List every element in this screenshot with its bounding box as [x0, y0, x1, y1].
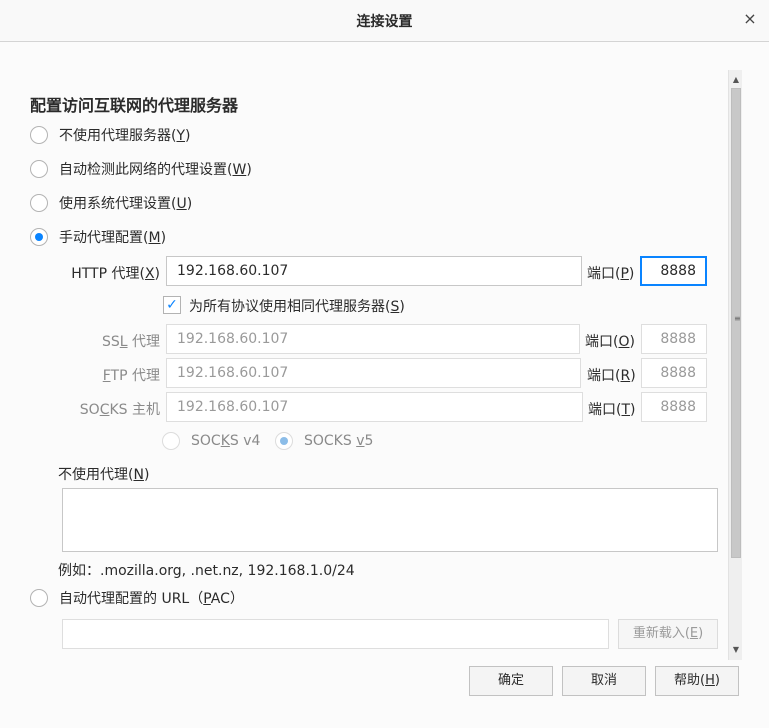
dialog-titlebar: 连接设置 ×	[0, 0, 769, 42]
same-proxy-label: 为所有协议使用相同代理服务器(S)	[189, 299, 405, 315]
same-proxy-checkbox[interactable]: ✓	[163, 296, 181, 314]
radio-auto-detect[interactable]: 自动检测此网络的代理设置(W)	[30, 158, 252, 180]
ftp-port-input[interactable]: 8888	[641, 358, 707, 388]
http-port-label: 端口(P)	[587, 266, 635, 282]
scroll-grip-icon: ≡	[734, 314, 741, 323]
scroll-up-icon[interactable]: ▲	[729, 72, 743, 88]
radio-button[interactable]	[30, 194, 48, 212]
no-proxy-for-label: 不使用代理(N)	[58, 467, 150, 483]
radio-button[interactable]	[162, 432, 180, 450]
http-proxy-label: HTTP 代理(X)	[71, 266, 160, 282]
http-proxy-input[interactable]: 192.168.60.107	[166, 256, 582, 286]
socks-host-input[interactable]: 192.168.60.107	[166, 392, 583, 422]
help-button[interactable]: 帮助(H)	[655, 666, 739, 696]
close-icon[interactable]: ×	[739, 8, 761, 30]
socks-port-input[interactable]: 8888	[641, 392, 707, 422]
radio-label: SOCKS v5	[304, 433, 374, 449]
http-port-input[interactable]: 8888	[640, 256, 707, 286]
radio-label: 使用系统代理设置(U)	[59, 196, 193, 212]
radio-socks-v5[interactable]: SOCKS v5	[275, 430, 373, 452]
scroll-thumb[interactable]: ≡	[731, 88, 741, 558]
ftp-proxy-label: FTP 代理	[102, 368, 160, 384]
ssl-port-input[interactable]: 8888	[641, 324, 707, 354]
radio-label: 自动检测此网络的代理设置(W)	[59, 162, 252, 178]
section-heading: 配置访问互联网的代理服务器	[30, 96, 239, 115]
scroll-down-icon[interactable]: ▼	[729, 642, 743, 658]
example-hint: 例如：.mozilla.org, .net.nz, 192.168.1.0/24	[58, 563, 355, 579]
radio-no-proxy[interactable]: 不使用代理服务器(Y)	[30, 124, 191, 146]
ssl-proxy-label: SSL 代理	[101, 334, 160, 350]
radio-button-checked[interactable]	[30, 228, 48, 246]
no-proxy-for-textarea[interactable]	[62, 488, 718, 552]
ftp-port-label: 端口(R)	[587, 368, 636, 384]
ok-button[interactable]: 确定	[469, 666, 553, 696]
cancel-button[interactable]: 取消	[562, 666, 646, 696]
radio-button-checked[interactable]	[275, 432, 293, 450]
radio-manual-proxy[interactable]: 手动代理配置(M)	[30, 226, 166, 248]
radio-system-proxy[interactable]: 使用系统代理设置(U)	[30, 192, 192, 214]
radio-auto-proxy-url[interactable]: 自动代理配置的 URL（PAC）	[30, 587, 244, 609]
radio-label: 手动代理配置(M)	[59, 230, 167, 246]
ssl-port-label: 端口(O)	[585, 334, 635, 350]
ssl-proxy-input[interactable]: 192.168.60.107	[166, 324, 580, 354]
content-scrollbar[interactable]: ▲ ≡ ▼	[728, 70, 742, 660]
reload-button[interactable]: 重新载入(E)	[618, 619, 718, 649]
auto-proxy-url-input[interactable]	[62, 619, 609, 649]
radio-button[interactable]	[30, 160, 48, 178]
radio-label: 不使用代理服务器(Y)	[59, 128, 191, 144]
socks-port-label: 端口(T)	[588, 402, 636, 418]
radio-button[interactable]	[30, 589, 48, 607]
ftp-proxy-input[interactable]: 192.168.60.107	[166, 358, 581, 388]
socks-host-label: SOCKS 主机	[79, 402, 160, 418]
radio-socks-v4[interactable]: SOCKS v4	[162, 430, 260, 452]
dialog-title: 连接设置	[356, 14, 413, 30]
radio-button[interactable]	[30, 126, 48, 144]
radio-label: SOCKS v4	[191, 433, 261, 449]
dialog-content: 配置访问互联网的代理服务器 不使用代理服务器(Y) 自动检测此网络的代理设置(W…	[0, 42, 728, 660]
radio-label: 自动代理配置的 URL（PAC）	[59, 591, 244, 607]
